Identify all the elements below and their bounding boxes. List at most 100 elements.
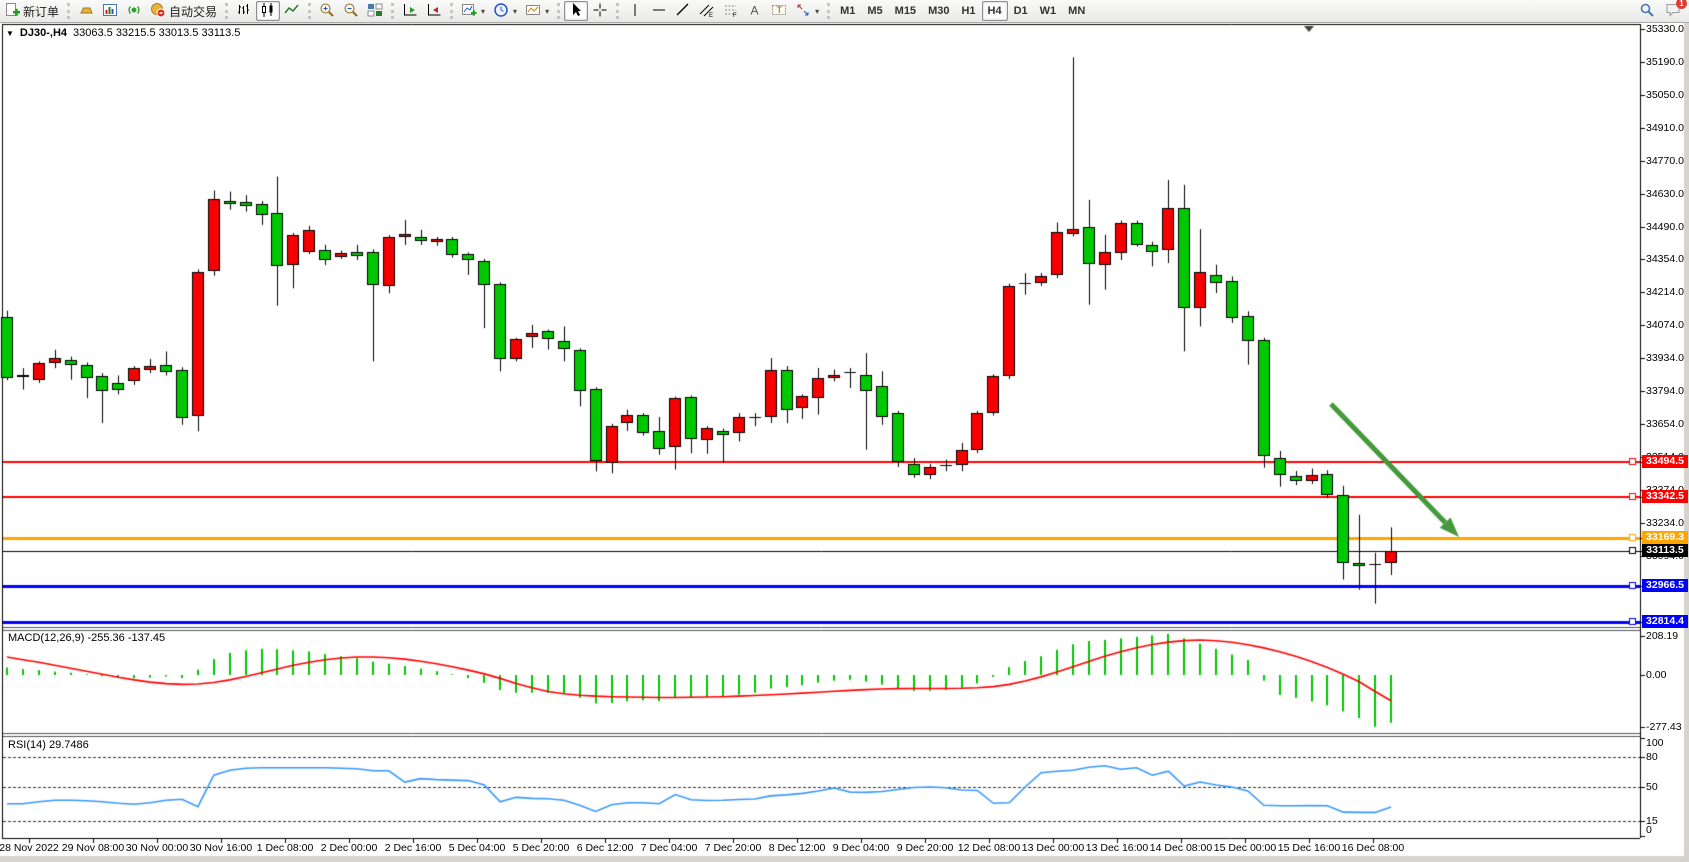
- chart-type-candles-button[interactable]: [256, 1, 280, 21]
- macd-values: -255.36 -137.45: [87, 632, 165, 644]
- new-order-label: 新订单: [23, 3, 59, 20]
- notifications-button[interactable]: 1: [1665, 2, 1683, 21]
- rsi-axis-label: 80: [1646, 751, 1658, 763]
- rsi-value: 29.7486: [49, 739, 89, 751]
- chart-candles-icon: [260, 2, 276, 21]
- new-chart-button[interactable]: ▾: [457, 1, 489, 21]
- chart-type-bars-button[interactable]: [232, 1, 256, 21]
- tile-windows-button[interactable]: [363, 1, 387, 21]
- macd-axis-label: 0.00: [1646, 669, 1666, 681]
- macd-axis-label: -277.43: [1646, 721, 1682, 733]
- rsi-label: RSI(14) 29.7486: [8, 739, 89, 751]
- price-line-tag: 33494.5: [1642, 455, 1688, 468]
- gold-icon: [78, 2, 94, 21]
- toolbar: 新订单 自动交易 ▾ ▾ ▾ E F A T ▾: [0, 0, 1689, 23]
- text-label-button[interactable]: T: [767, 1, 791, 21]
- chart-type-line-button[interactable]: [280, 1, 304, 21]
- tab-timeframe-h1[interactable]: H1: [955, 1, 981, 21]
- price-axis-label: 34770.0: [1646, 155, 1684, 167]
- time-axis-label: 9 Dec 20:00: [897, 842, 954, 854]
- tab-timeframe-h4[interactable]: H4: [982, 1, 1008, 21]
- gold-button[interactable]: [74, 1, 98, 21]
- tab-timeframe-m30[interactable]: M30: [922, 1, 955, 21]
- svg-text:E: E: [709, 13, 713, 18]
- price-axis-label: 34630.0: [1646, 188, 1684, 200]
- time-axis-label: 30 Nov 16:00: [190, 842, 252, 854]
- rsi-axis-label: 100: [1646, 737, 1664, 749]
- price-axis-label: 33794.0: [1646, 385, 1684, 397]
- cursor-button[interactable]: [564, 1, 588, 21]
- crosshair-button[interactable]: [588, 1, 612, 21]
- macd-axis-label: 208.19: [1646, 630, 1678, 642]
- price-axis-label: 35050.0: [1646, 89, 1684, 101]
- time-axis-label: 5 Dec 20:00: [513, 842, 570, 854]
- time-axis-label: 16 Dec 08:00: [1342, 842, 1404, 854]
- periods-button[interactable]: ▾: [489, 1, 521, 21]
- arrows-icon: [795, 2, 811, 21]
- tab-timeframe-w1[interactable]: W1: [1034, 1, 1063, 21]
- new-order-icon: [4, 2, 20, 21]
- time-axis-label: 29 Nov 08:00: [62, 842, 124, 854]
- symbol-period-label: DJ30-,H4: [20, 27, 67, 39]
- price-axis-label: 33934.0: [1646, 352, 1684, 364]
- toolbar-grip: [391, 3, 394, 19]
- search-button[interactable]: [1635, 1, 1659, 21]
- price-axis-label: 34490.0: [1646, 221, 1684, 233]
- toolbar-grip: [616, 3, 619, 19]
- text-label-icon: T: [771, 2, 787, 21]
- mt4-window: 新订单 自动交易 ▾ ▾ ▾ E F A T ▾: [0, 0, 1689, 862]
- time-axis-label: 2 Dec 16:00: [385, 842, 442, 854]
- price-axis-label: 33654.0: [1646, 418, 1684, 430]
- chevron-down-icon: ▾: [481, 7, 485, 16]
- trendline-button[interactable]: [671, 1, 695, 21]
- chart-window-button[interactable]: [98, 1, 122, 21]
- time-axis-label: 28 Nov 2022: [0, 842, 59, 854]
- auto-scroll-button[interactable]: [398, 1, 422, 21]
- price-line-tag: 32966.5: [1642, 579, 1688, 592]
- signals-button[interactable]: [122, 1, 146, 21]
- price-axis-label: 34910.0: [1646, 122, 1684, 134]
- fibonacci-button[interactable]: F: [719, 1, 743, 21]
- trendline-icon: [675, 2, 691, 21]
- zoom-in-button[interactable]: [315, 1, 339, 21]
- price-axis-label: 34354.0: [1646, 253, 1684, 265]
- time-axis-label: 13 Dec 16:00: [1086, 842, 1148, 854]
- autotrade-button[interactable]: 自动交易: [146, 1, 221, 21]
- periods-icon: [493, 2, 509, 21]
- current-price-tag: 33113.5: [1642, 544, 1688, 557]
- chart-shift-icon: [426, 2, 442, 21]
- price-line-tag: 33169.3: [1642, 531, 1688, 544]
- new-order-button[interactable]: 新订单: [0, 1, 63, 21]
- arrows-button[interactable]: ▾: [791, 1, 823, 21]
- toolbar-right: 1: [1635, 1, 1683, 21]
- chevron-down-icon: ▾: [545, 7, 549, 16]
- tab-timeframe-m15[interactable]: M15: [889, 1, 922, 21]
- ohlc-values: 33063.5 33215.5 33013.5 33113.5: [73, 27, 240, 39]
- toolbar-grip: [225, 3, 228, 19]
- chevron-down-icon: ▾: [513, 7, 517, 16]
- zoom-out-button[interactable]: [339, 1, 363, 21]
- chart-shift-button[interactable]: [422, 1, 446, 21]
- vertical-line-button[interactable]: [623, 1, 647, 21]
- tab-timeframe-m5[interactable]: M5: [861, 1, 888, 21]
- chart-bars-icon: [236, 2, 252, 21]
- vertical-line-icon: [627, 2, 643, 21]
- search-icon: [1639, 2, 1655, 21]
- text-icon: A: [747, 2, 763, 21]
- tab-timeframe-mn[interactable]: MN: [1062, 1, 1091, 21]
- time-axis-label: 15 Dec 16:00: [1278, 842, 1340, 854]
- new-chart-icon: [461, 2, 477, 21]
- text-button[interactable]: A: [743, 1, 767, 21]
- templates-button[interactable]: ▾: [521, 1, 553, 21]
- channel-button[interactable]: E: [695, 1, 719, 21]
- tab-timeframe-m1[interactable]: M1: [834, 1, 861, 21]
- horizontal-line-button[interactable]: [647, 1, 671, 21]
- collapse-triangle-icon: ▼: [6, 29, 14, 38]
- price-axis-label: 34214.0: [1646, 286, 1684, 298]
- rsi-axis-label: 0: [1646, 824, 1652, 836]
- time-axis-label: 7 Dec 04:00: [641, 842, 698, 854]
- tab-timeframe-d1[interactable]: D1: [1008, 1, 1034, 21]
- price-axis-label: 34074.0: [1646, 319, 1684, 331]
- chart-canvas[interactable]: [0, 0, 1689, 862]
- tile-windows-icon: [367, 2, 383, 21]
